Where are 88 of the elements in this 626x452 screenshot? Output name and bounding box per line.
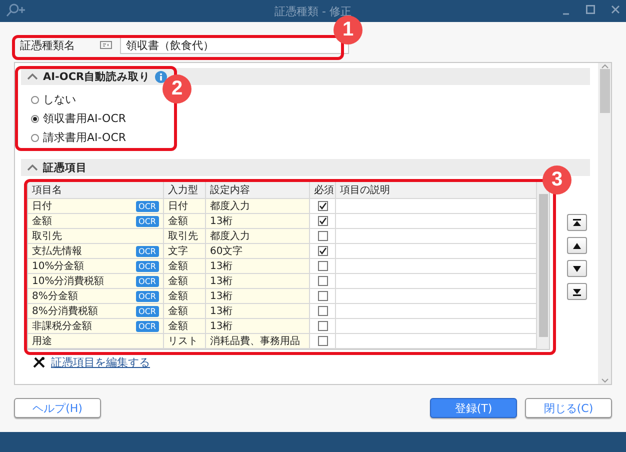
table-cell: 文字	[164, 244, 206, 259]
checkbox[interactable]	[318, 261, 328, 271]
table-cell: 8%分金額 OCR	[28, 289, 164, 304]
ocr-badge: OCR	[136, 260, 159, 272]
ocr-badge: OCR	[136, 290, 159, 302]
table-cell: 13桁	[206, 319, 310, 334]
table-cell: 取引先	[28, 229, 164, 244]
collapse-icon[interactable]	[27, 164, 38, 171]
checkbox[interactable]	[318, 321, 328, 331]
table-cell: 13桁	[206, 259, 310, 274]
table-cell: 支払先情報 OCR	[28, 244, 164, 259]
scrollbar-thumb[interactable]	[538, 194, 548, 337]
table-cell: 8%分消費税額 OCR	[28, 304, 164, 319]
ocr-badge: OCR	[136, 320, 159, 332]
id-card-icon	[100, 41, 112, 49]
triangle-up-icon	[572, 242, 582, 250]
window-title: 証憑種類 - 修正	[274, 4, 352, 18]
close-icon[interactable]	[611, 5, 620, 14]
column-header[interactable]: 設定内容	[206, 182, 310, 199]
ocr-badge: OCR	[136, 306, 159, 316]
move-down-button[interactable]	[567, 260, 587, 277]
ocr-badge: OCR	[136, 276, 159, 286]
scrollbar[interactable]	[537, 182, 549, 349]
table-cell: 消耗品費、事務用品	[206, 334, 310, 349]
checkbox[interactable]	[318, 336, 328, 346]
close-button[interactable]: 閉じる(C)	[525, 398, 612, 418]
radio-button[interactable]	[31, 134, 39, 142]
edit-items-link[interactable]: 証憑項目を編集する	[51, 355, 150, 370]
ocr-badge: OCR	[136, 246, 159, 256]
radio-button[interactable]	[31, 96, 39, 104]
radio-option[interactable]: 請求書用AI-OCR	[31, 130, 590, 145]
field-label: 証憑種類名	[20, 38, 76, 52]
scroll-down-icon[interactable]	[600, 378, 608, 384]
table-cell: 金額 OCR	[28, 214, 164, 229]
register-button[interactable]: 登録(T)	[430, 398, 517, 418]
info-icon[interactable]	[155, 70, 168, 82]
section-title: AI-OCR自動読み取り	[43, 70, 150, 84]
checkbox[interactable]	[318, 201, 328, 211]
table-cell: 金額	[164, 304, 206, 319]
table-cell: 日付 OCR	[28, 199, 164, 214]
table-cell: 金額	[164, 289, 206, 304]
scrollbar[interactable]	[598, 63, 611, 384]
table-cell: 日付	[164, 199, 206, 214]
radio-button[interactable]	[31, 114, 39, 122]
section-title: 証憑項目	[43, 160, 87, 174]
collapse-icon[interactable]	[27, 73, 38, 80]
checkbox[interactable]	[318, 291, 328, 301]
checkbox[interactable]	[318, 276, 328, 286]
column-header[interactable]: 必須	[310, 182, 336, 199]
table-cell: 金額	[164, 259, 206, 274]
table-cell: 13桁	[206, 214, 310, 229]
table-cell: 非課税分金額 OCR	[28, 319, 164, 334]
column-header[interactable]: 項目の説明	[336, 182, 537, 199]
search-add-icon[interactable]	[6, 3, 26, 18]
maximize-icon[interactable]	[586, 5, 595, 14]
table-cell: 用途	[28, 334, 164, 349]
checkbox[interactable]	[318, 231, 328, 241]
ocr-badge: OCR	[136, 200, 159, 212]
move-top-button[interactable]	[567, 214, 587, 231]
table-cell: リスト	[164, 334, 206, 349]
table-cell: 60文字	[206, 244, 310, 259]
triangle-down-icon	[572, 264, 582, 272]
table-cell: 10%分消費税額 OCR	[28, 274, 164, 289]
checkbox[interactable]	[318, 216, 328, 226]
checkbox[interactable]	[318, 246, 328, 256]
table-cell: 金額	[164, 319, 206, 334]
scroll-up-icon[interactable]	[600, 63, 608, 69]
table-cell: 13桁	[206, 274, 310, 289]
checkbox[interactable]	[318, 306, 328, 316]
move-up-button[interactable]	[567, 237, 587, 254]
ocr-badge: OCR	[136, 216, 159, 226]
column-header[interactable]: 入力型	[164, 182, 206, 199]
table-cell: 13桁	[206, 289, 310, 304]
column-header[interactable]: 項目名	[28, 182, 164, 199]
table-cell: 都度入力	[206, 199, 310, 214]
table-cell: 取引先	[164, 229, 206, 244]
help-button[interactable]: ヘルプ(H)	[14, 398, 101, 418]
move-bottom-button[interactable]	[567, 283, 587, 300]
tools-icon	[33, 357, 45, 368]
table-cell: 10%分金額 OCR	[28, 259, 164, 274]
move-bottom-icon	[572, 288, 582, 296]
table-cell: 金額	[164, 214, 206, 229]
table-cell: 13桁	[206, 304, 310, 319]
move-top-icon	[572, 218, 582, 226]
table-cell: 金額	[164, 274, 206, 289]
radio-option[interactable]: 領収書用AI-OCR	[31, 111, 590, 126]
table-cell: 都度入力	[206, 229, 310, 244]
scrollbar-thumb[interactable]	[600, 69, 610, 113]
